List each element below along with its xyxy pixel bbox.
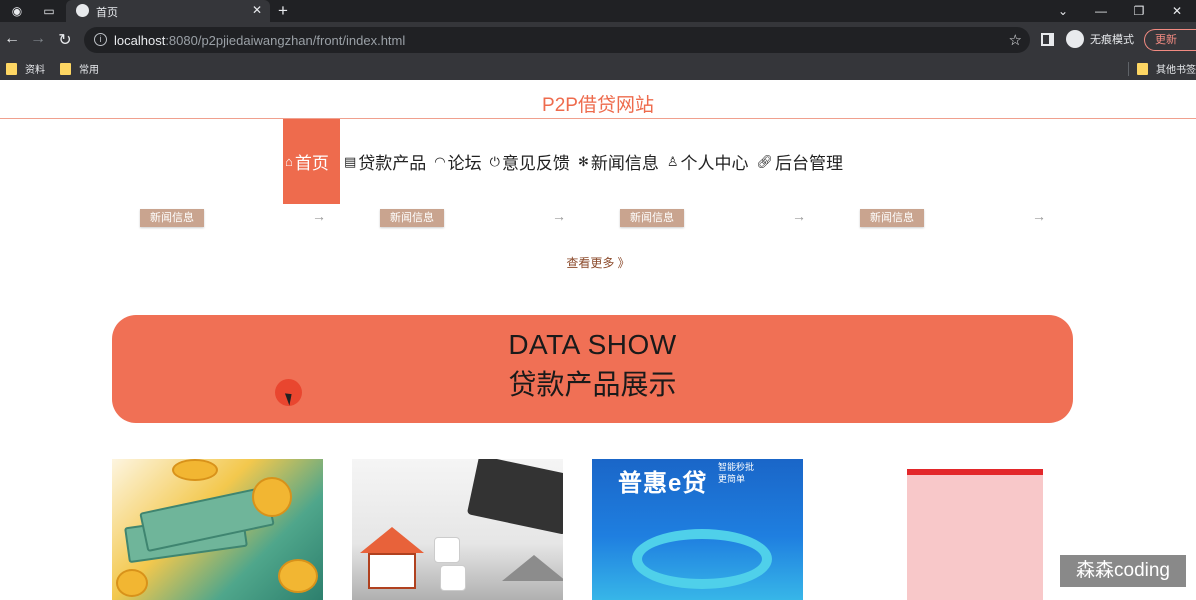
product-subtitle: 智能秒批 更简单 (718, 462, 755, 484)
bookmark-folder[interactable]: 常用 (60, 61, 99, 76)
close-window-button[interactable]: ✕ (1158, 0, 1196, 22)
power-icon: ⏻ (489, 153, 500, 169)
browser-tab-strip: ◉ ▭ 首页 ✕ + ⌄ — ❐ ✕ (0, 0, 1196, 22)
address-bar[interactable]: i localhost:8080/p2pjiedaiwangzhan/front… (84, 27, 1030, 53)
blur-overlay (832, 475, 1043, 600)
arrow-right-icon[interactable]: → (792, 208, 806, 224)
back-button[interactable]: ← (2, 30, 22, 48)
user-icon: ♙ (666, 153, 679, 169)
site-title: P2P借贷网站 (542, 95, 654, 116)
info-icon[interactable]: i (94, 33, 107, 46)
bookmarks-bar: 资料 常用 其他书签 (0, 58, 1196, 80)
tab-title: 首页 (96, 7, 118, 19)
nav-item-forum[interactable]: ◠ 论坛 (430, 119, 485, 204)
main-nav: ⌂ 首页 ▤ 贷款产品 ◠ 论坛 ⏻ 意见反馈 ✻ 新闻信息 ♙ 个人中心 🔗︎… (283, 119, 847, 204)
tab-home[interactable]: 首页 ✕ (66, 0, 270, 22)
bookmark-star-icon[interactable]: ☆ (1009, 31, 1022, 49)
news-list: 新闻信息 → 新闻信息 → 新闻信息 → 新闻信息 → (0, 208, 1196, 230)
dice (434, 537, 460, 563)
home-icon: ⌂ (285, 154, 293, 169)
platform-graphic (632, 529, 772, 589)
reload-button[interactable]: ↻ (55, 30, 75, 50)
nav-label: 后台管理 (775, 154, 844, 173)
product-image[interactable] (112, 459, 323, 600)
news-badge[interactable]: 新闻信息 (860, 209, 924, 227)
nav-label: 新闻信息 (590, 154, 659, 173)
restore-button[interactable]: ❐ (1120, 0, 1158, 22)
update-button[interactable]: 更新 (1144, 29, 1196, 51)
coin (252, 477, 292, 517)
minimize-button[interactable]: — (1082, 0, 1120, 22)
tab-search-icon[interactable]: ▭ (38, 0, 60, 22)
link-icon: 🔗︎ (756, 153, 774, 169)
news-badge[interactable]: 新闻信息 (620, 209, 684, 227)
gauge-icon: ◠ (434, 153, 446, 169)
folder-icon (1137, 62, 1148, 75)
nav-label: 意见反馈 (501, 154, 570, 173)
divider (1128, 62, 1129, 76)
house-roof (502, 555, 563, 581)
banner-title-en: DATA SHOW (508, 329, 677, 360)
window-controls: ⌄ — ❐ ✕ (1044, 0, 1196, 22)
product-grid: 普惠e贷 智能秒批 更简单 (112, 459, 1073, 600)
browser-toolbar: ← → ↻ i localhost:8080/p2pjiedaiwangzhan… (0, 22, 1196, 58)
other-bookmarks[interactable]: 其他书签 (1137, 61, 1196, 76)
nav-item-admin[interactable]: 🔗︎ 后台管理 (753, 119, 848, 204)
bookmark-label: 资料 (25, 65, 45, 76)
incognito-label: 无痕模式 (1090, 34, 1134, 46)
nav-label: 贷款产品 (358, 154, 427, 173)
arrow-right-icon[interactable]: → (1032, 208, 1046, 224)
nav-item-news[interactable]: ✻ 新闻信息 (574, 119, 663, 204)
bookmark-label: 其他书签 (1156, 65, 1196, 76)
house (368, 553, 416, 589)
nav-item-personal-center[interactable]: ♙ 个人中心 (663, 119, 753, 204)
bookmark-folder[interactable]: 资料 (6, 61, 45, 76)
arrow-right-icon[interactable]: → (552, 208, 566, 224)
product-image[interactable]: 普惠e贷 智能秒批 更简单 (592, 459, 803, 600)
nav-item-feedback[interactable]: ⏻ 意见反馈 (486, 119, 574, 204)
view-more-link[interactable]: 查看更多 》 (0, 254, 1196, 271)
dice (440, 565, 466, 591)
nav-label: 首页 (294, 154, 329, 173)
globe-icon (76, 4, 89, 17)
nav-label: 论坛 (447, 154, 482, 173)
news-badge[interactable]: 新闻信息 (140, 209, 204, 227)
chevron-down-icon[interactable]: ⌄ (1044, 0, 1082, 22)
house-roof (360, 527, 424, 553)
side-panel-icon[interactable] (1041, 33, 1054, 46)
news-badge[interactable]: 新闻信息 (380, 209, 444, 227)
coin (172, 459, 218, 481)
folder-icon (60, 62, 71, 75)
coin (278, 559, 318, 593)
calculator (466, 459, 563, 535)
snowflake-icon: ✻ (577, 153, 589, 169)
new-tab-button[interactable]: + (278, 1, 288, 21)
product-title: 普惠e贷 (618, 470, 708, 497)
forward-button[interactable]: → (28, 30, 48, 48)
arrow-right-icon[interactable]: → (312, 208, 326, 224)
product-image[interactable] (832, 459, 1043, 600)
nav-label: 个人中心 (680, 154, 749, 173)
data-show-banner: DATA SHOW 贷款产品展示 (112, 315, 1073, 423)
coin (116, 569, 148, 597)
page-content: P2P借贷网站 ⌂ 首页 ▤ 贷款产品 ◠ 论坛 ⏻ 意见反馈 ✻ 新闻信息 ♙… (0, 82, 1196, 600)
card-icon: ▤ (344, 153, 357, 169)
browser-menu-icon[interactable]: ◉ (6, 0, 28, 22)
bookmark-label: 常用 (79, 65, 99, 76)
watermark: 森森coding (1060, 555, 1186, 587)
close-icon[interactable]: ✕ (252, 3, 262, 17)
incognito-icon (1066, 30, 1084, 48)
incognito-indicator[interactable]: 无痕模式 (1066, 30, 1134, 48)
folder-icon (6, 62, 17, 75)
banner-title-zh: 贷款产品展示 (508, 369, 677, 400)
product-image[interactable] (352, 459, 563, 600)
nav-item-home[interactable]: ⌂ 首页 (283, 119, 340, 204)
url-text[interactable]: localhost:8080/p2pjiedaiwangzhan/front/i… (114, 33, 405, 48)
nav-item-loan-products[interactable]: ▤ 贷款产品 (340, 119, 430, 204)
